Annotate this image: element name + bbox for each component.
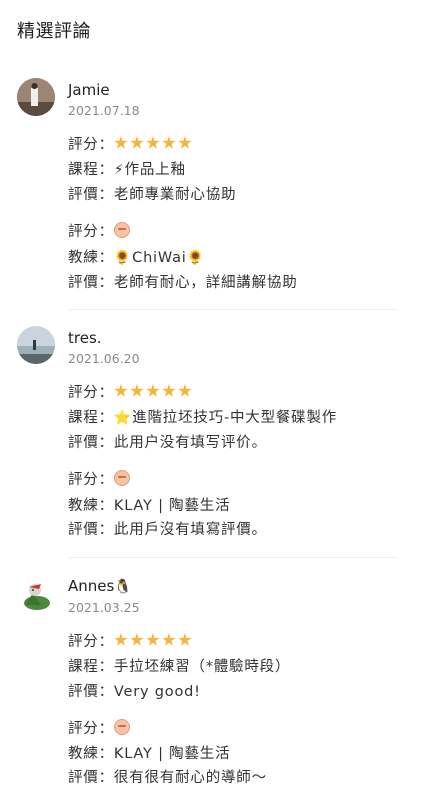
eval-text: Very good!	[113, 684, 201, 700]
star-icon	[146, 633, 160, 646]
coach-label: 教練：	[68, 746, 114, 762]
course-name[interactable]: 作品上釉	[125, 162, 186, 178]
course-row: 課程：手拉坯練習（*體驗時段）	[68, 655, 290, 676]
course-eval-row: 評價：Very good!	[68, 680, 201, 701]
face-emoji-icon	[113, 222, 130, 238]
lightning-icon: ⚡	[113, 162, 125, 178]
star-icon	[146, 384, 160, 397]
coach-rating-row: 評分：	[68, 220, 130, 241]
face-emoji-icon	[113, 470, 130, 486]
avatar-illustration	[24, 584, 50, 610]
star-icon	[130, 136, 144, 149]
eval-label: 評價：	[68, 187, 114, 203]
star-icon	[178, 633, 192, 646]
eval-label: 評價：	[68, 522, 114, 538]
eval-label: 評價：	[68, 435, 114, 451]
star-icon	[130, 384, 144, 397]
star-icon	[114, 136, 128, 149]
eval-text: 此用户没有填写评价。	[113, 435, 267, 451]
star-icon	[178, 136, 192, 149]
course-label: 課程：	[68, 659, 114, 675]
coach-name[interactable]: ChiWai	[132, 250, 186, 266]
eval-text: 老師有耐心，詳細講解協助	[113, 275, 298, 291]
sunflower-icon: 🌻	[186, 250, 205, 266]
coach-row: 教練：KLAY | 陶藝生活	[68, 494, 230, 515]
coach-eval-row: 評價：此用戶沒有填寫評價。	[68, 518, 267, 539]
eval-text: 老師專業耐心協助	[113, 187, 237, 203]
coach-row: 教練：KLAY | 陶藝生活	[68, 742, 230, 763]
penguin-icon: 🐧	[114, 579, 132, 595]
review-date: 2021.07.18	[68, 103, 140, 118]
course-name[interactable]: 進階拉坯技巧-中大型餐碟製作	[132, 410, 337, 426]
star-rating	[114, 384, 194, 402]
coach-label: 教練：	[68, 498, 114, 514]
coach-rating-row: 評分：	[68, 717, 130, 738]
coach-row: 教練：🌻ChiWai🌻	[68, 246, 205, 267]
avatar[interactable]	[17, 575, 55, 613]
eval-text: 很有很有耐心的導師～	[113, 770, 267, 786]
rating-label: 評分：	[68, 385, 114, 401]
star-icon	[130, 633, 144, 646]
review-date: 2021.03.25	[68, 600, 140, 615]
avatar-photo	[17, 78, 55, 116]
coach-name[interactable]: KLAY | 陶藝生活	[114, 498, 230, 514]
rating-label: 評分：	[68, 137, 114, 153]
sunflower-icon: 🌻	[113, 250, 133, 266]
star-icon	[162, 136, 176, 149]
star-icon	[178, 384, 192, 397]
coach-name[interactable]: KLAY | 陶藝生活	[114, 746, 230, 762]
rating-label: 評分：	[68, 634, 114, 650]
course-eval-row: 評價：老師專業耐心協助	[68, 183, 236, 204]
avatar[interactable]	[17, 326, 55, 364]
course-row: 課程：⭐進階拉坯技巧-中大型餐碟製作	[68, 406, 337, 427]
star-icon	[146, 136, 160, 149]
star-icon	[114, 384, 128, 397]
coach-label: 教練：	[68, 250, 114, 266]
avatar-photo	[17, 326, 55, 364]
coach-eval-row: 評價：很有很有耐心的導師～	[68, 766, 267, 787]
course-rating-row: 評分：	[68, 133, 194, 154]
eval-text: 此用戶沒有填寫評價。	[113, 522, 267, 538]
course-name[interactable]: 手拉坯練習（*體驗時段）	[114, 659, 290, 675]
eval-label: 評價：	[68, 684, 114, 700]
course-label: 課程：	[68, 410, 114, 426]
star-rating	[114, 136, 194, 154]
rating-label: 評分：	[68, 472, 114, 488]
star-icon	[162, 384, 176, 397]
course-rating-row: 評分：	[68, 381, 194, 402]
star-icon	[162, 633, 176, 646]
star-icon: ⭐	[113, 410, 133, 426]
face-emoji-icon	[113, 719, 130, 735]
reviewer-name: Annes🐧	[68, 577, 132, 595]
star-icon	[114, 633, 128, 646]
reviewer-name: Jamie	[68, 81, 110, 99]
course-label: 課程：	[68, 162, 114, 178]
course-rating-row: 評分：	[68, 630, 194, 651]
divider	[68, 309, 398, 310]
coach-rating-row: 評分：	[68, 468, 130, 489]
eval-label: 評價：	[68, 275, 114, 291]
avatar[interactable]	[17, 78, 55, 116]
reviewer-name-text: Annes	[68, 577, 115, 595]
coach-eval-row: 評價：老師有耐心，詳細講解協助	[68, 271, 298, 292]
rating-label: 評分：	[68, 721, 114, 737]
reviewer-name: tres.	[68, 329, 102, 347]
star-rating	[114, 633, 194, 651]
eval-label: 評價：	[68, 770, 114, 786]
rating-label: 評分：	[68, 224, 114, 240]
course-row: 課程：⚡作品上釉	[68, 158, 186, 179]
divider	[68, 557, 398, 558]
course-eval-row: 評價：此用户没有填写评价。	[68, 431, 267, 452]
section-title: 精選評論	[17, 21, 91, 42]
review-date: 2021.06.20	[68, 351, 140, 366]
